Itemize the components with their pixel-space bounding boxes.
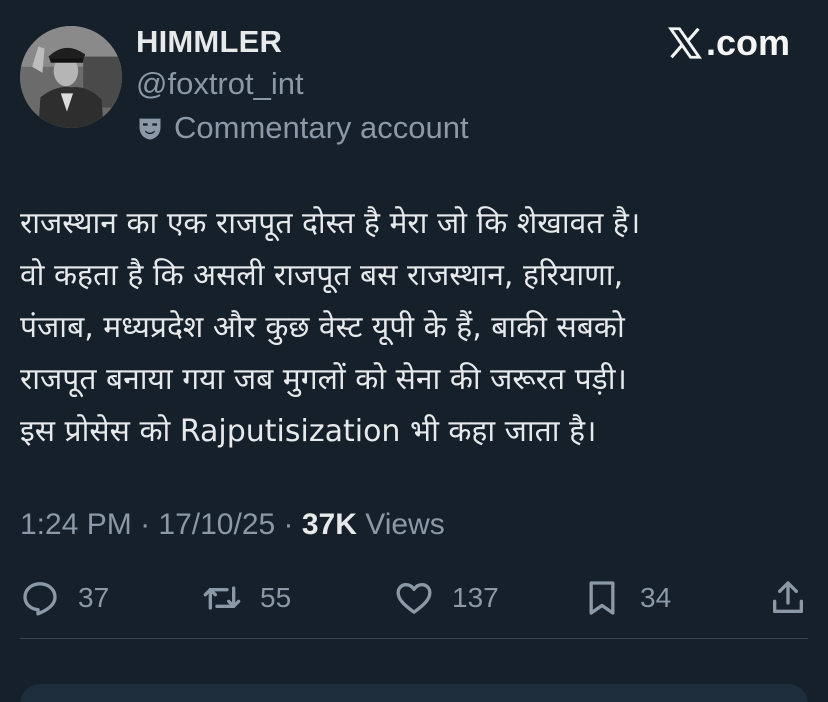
like-button[interactable]: 137 xyxy=(394,578,499,618)
divider xyxy=(20,638,808,639)
account-label: Commentary account xyxy=(136,110,469,146)
author-handle[interactable]: @foxtrot_int xyxy=(136,66,304,102)
avatar-image xyxy=(20,26,122,128)
bookmark-button[interactable]: 34 xyxy=(582,578,671,618)
repost-button[interactable]: 55 xyxy=(202,578,291,618)
x-logo-icon xyxy=(666,24,704,62)
tweet-text-line: राजपूत बनाया गया जब मुगलों को सेना की जर… xyxy=(20,362,627,397)
tweet-card: HIMMLER @foxtrot_int Commentary account … xyxy=(0,0,828,702)
tweet-time[interactable]: 1:24 PM xyxy=(20,508,132,541)
tweet-text-line: पंजाब, मध्यप्रदेश और कुछ वेस्ट यूपी के ह… xyxy=(20,310,625,345)
tweet-date[interactable]: 17/10/25 xyxy=(158,508,275,541)
account-label-text: Commentary account xyxy=(174,110,469,145)
tweet-text-line: इस प्रोसेस को Rajputisization भी कहा जात… xyxy=(20,414,597,449)
like-count: 137 xyxy=(452,582,499,613)
repost-count: 55 xyxy=(260,582,292,613)
reply-box[interactable] xyxy=(20,684,808,702)
views-count[interactable]: 37K xyxy=(302,508,357,541)
tweet-text-line: वो कहता है कि असली राजपूत बस राजस्थान, ह… xyxy=(20,258,624,293)
share-icon xyxy=(768,578,808,618)
bookmark-icon xyxy=(582,578,622,618)
tweet-text: राजस्थान का एक राजपूत दोस्त है मेरा जो क… xyxy=(20,198,810,458)
meta-separator: · xyxy=(275,508,302,541)
meta-separator: · xyxy=(131,508,159,541)
reply-button[interactable]: 37 xyxy=(20,578,109,618)
views-label: Views xyxy=(356,508,445,541)
profile-avatar[interactable] xyxy=(20,26,122,128)
action-bar: 37 55 137 34 xyxy=(0,578,828,626)
tweet-meta: 1:24 PM · 17/10/25 · 37K Views xyxy=(20,508,445,542)
heart-icon xyxy=(394,578,434,618)
tweet-text-line: राजस्थान का एक राजपूत दोस्त है मेरा जो क… xyxy=(20,206,641,241)
x-brand-text: .com xyxy=(706,22,791,63)
reply-icon xyxy=(20,578,60,618)
theater-mask-icon xyxy=(136,114,164,142)
x-brand: .com xyxy=(666,22,790,64)
repost-icon xyxy=(202,578,242,618)
bookmark-count: 34 xyxy=(640,582,672,613)
share-button[interactable] xyxy=(768,578,808,618)
reply-count: 37 xyxy=(78,582,110,613)
author-display-name[interactable]: HIMMLER xyxy=(136,24,282,60)
